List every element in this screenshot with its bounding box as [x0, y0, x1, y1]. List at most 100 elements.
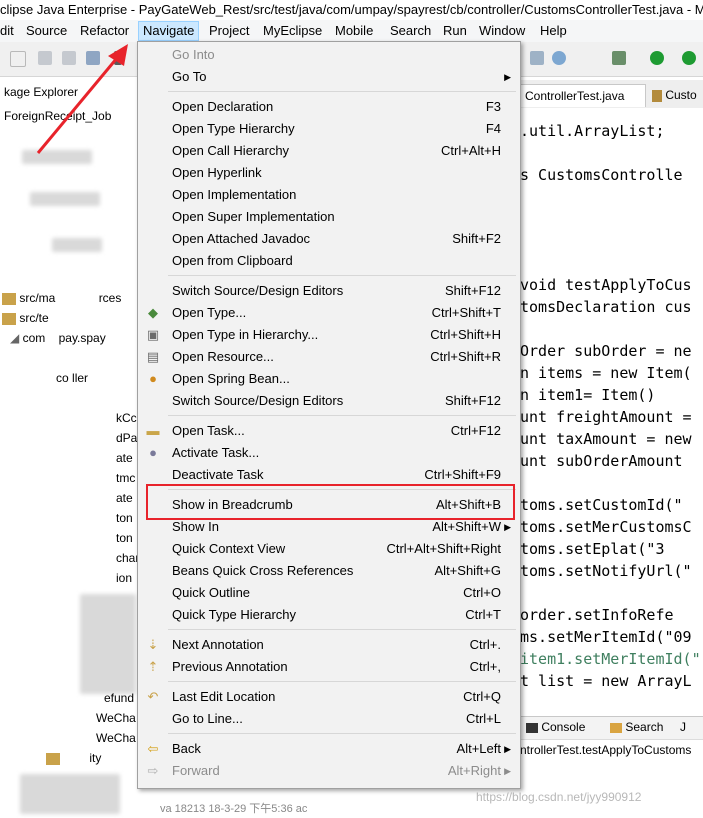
- menu-item-activate-task[interactable]: ● Activate Task...: [138, 442, 520, 464]
- tree-row[interactable]: kCc: [116, 408, 137, 428]
- print-icon[interactable]: [86, 51, 100, 65]
- status-line: va 18213 18-3-29 下午5:36 ac: [0, 800, 520, 818]
- editor-tab-active[interactable]: ControllerTest.java: [520, 84, 646, 107]
- tree-row[interactable]: efund: [104, 688, 134, 708]
- menu-refactor[interactable]: Refactor: [76, 22, 133, 40]
- activate-task-icon: ●: [149, 445, 157, 460]
- menu-item-quick-type-hierarchy[interactable]: Quick Type Hierarchy Ctrl+T: [138, 604, 520, 626]
- console-tab-bar: Console Search J: [520, 716, 703, 740]
- tree-row[interactable]: src/te: [2, 308, 49, 328]
- tree-row-label: WeCha: [96, 731, 136, 745]
- tree-row[interactable]: ate: [116, 488, 133, 508]
- menu-item-open-type[interactable]: ◆ Open Type... Ctrl+Shift+T: [138, 302, 520, 324]
- tree-row[interactable]: ◢ com pay.spay: [10, 328, 106, 348]
- menu-item-go-to-line[interactable]: Go to Line... Ctrl+L: [138, 708, 520, 730]
- tree-row[interactable]: ate: [116, 448, 133, 468]
- menu-item-quick-outline[interactable]: Quick Outline Ctrl+O: [138, 582, 520, 604]
- menu-edit[interactable]: dit: [0, 22, 18, 40]
- editor-tab[interactable]: Custo: [648, 84, 702, 106]
- menu-bar: dit Source Refactor Navigate Project MyE…: [0, 20, 703, 43]
- tree-row[interactable]: tmc: [116, 468, 135, 488]
- menu-item-open-attached-javadoc[interactable]: Open Attached Javadoc Shift+F2: [138, 228, 520, 250]
- menu-item-switch-source-design-editors[interactable]: Switch Source/Design Editors Shift+F12: [138, 280, 520, 302]
- package-explorer-title: kage Explorer: [4, 85, 79, 99]
- menu-item-label: Open Type in Hierarchy...: [172, 327, 319, 342]
- code-editor[interactable]: .util.ArrayList; s CustomsControlle void…: [520, 108, 703, 708]
- menu-item-open-super-implementation[interactable]: Open Super Implementation: [138, 206, 520, 228]
- menu-item-forward[interactable]: ⇨ Forward Alt+Right ▶: [138, 760, 520, 782]
- tree-row[interactable]: ton: [116, 508, 133, 528]
- window-title-bar: clipse Java Enterprise - PayGateWeb_Rest…: [0, 0, 703, 20]
- menu-search[interactable]: Search: [386, 22, 435, 40]
- menu-item-open-implementation[interactable]: Open Implementation: [138, 184, 520, 206]
- new-icon[interactable]: [10, 51, 26, 67]
- menu-item-go-to[interactable]: Go To ▶: [138, 66, 520, 88]
- menu-item-open-declaration[interactable]: Open Declaration F3: [138, 96, 520, 118]
- blurred-node: [80, 594, 136, 694]
- menu-item-shortcut: Ctrl+.: [469, 637, 501, 652]
- open-type-icon: ◆: [148, 305, 158, 320]
- submenu-arrow-icon: ▶: [504, 766, 511, 776]
- tree-row[interactable]: ton: [116, 528, 133, 548]
- search-tab[interactable]: Search: [610, 720, 663, 734]
- tree-row[interactable]: ion: [116, 568, 132, 588]
- tree-row[interactable]: WeCha: [96, 728, 136, 748]
- run-last-icon[interactable]: [682, 51, 696, 65]
- menu-item-shortcut: Ctrl+O: [463, 585, 501, 600]
- menu-mobile[interactable]: Mobile: [331, 22, 377, 40]
- tree-row[interactable]: dPa: [116, 428, 137, 448]
- menu-item-open-resource[interactable]: ▤ Open Resource... Ctrl+Shift+R: [138, 346, 520, 368]
- menu-item-shortcut: Shift+F12: [444, 283, 501, 298]
- save-icon[interactable]: [38, 51, 52, 65]
- tree-row[interactable]: WeCha: [96, 708, 136, 728]
- menu-window[interactable]: Window: [475, 22, 529, 40]
- tree-row[interactable]: src/ma rces: [2, 288, 121, 308]
- menu-item-label: Open Implementation: [172, 187, 297, 202]
- menu-item-shortcut: Ctrl+F12: [450, 423, 501, 438]
- tree-row[interactable]: ity: [46, 748, 101, 768]
- debug-icon[interactable]: [612, 51, 626, 65]
- menu-run[interactable]: Run: [439, 22, 471, 40]
- code-line: toms.setNotifyUrl(": [520, 562, 692, 580]
- menu-item-last-edit-location[interactable]: ↶ Last Edit Location Ctrl+Q: [138, 686, 520, 708]
- console-icon: [526, 722, 538, 733]
- menu-item-label: Open Resource...: [172, 349, 274, 364]
- menu-item-beans-quick-cross-references[interactable]: Beans Quick Cross References Alt+Shift+G: [138, 560, 520, 582]
- menu-item-shortcut: Shift+F12: [444, 393, 501, 408]
- package-explorer-tab[interactable]: kage Explorer: [0, 80, 140, 105]
- menu-item-label: Quick Context View: [172, 541, 286, 556]
- server-icon[interactable]: [530, 51, 544, 65]
- menu-item-open-task[interactable]: ▬ Open Task... Ctrl+F12: [138, 420, 520, 442]
- menu-item-quick-context-view[interactable]: Quick Context View Ctrl+Alt+Shift+Right: [138, 538, 520, 560]
- search-tab-label: Search: [625, 720, 664, 734]
- menu-item-previous-annotation[interactable]: ⇡ Previous Annotation Ctrl+,: [138, 656, 520, 678]
- tree-row-label: char: [116, 551, 140, 565]
- menu-item-next-annotation[interactable]: ⇣ Next Annotation Ctrl+.: [138, 634, 520, 656]
- menu-item-back[interactable]: ⇦ Back Alt+Left ▶: [138, 738, 520, 760]
- junit-tab[interactable]: J: [680, 720, 686, 734]
- menu-item-open-spring-bean[interactable]: ● Open Spring Bean...: [138, 368, 520, 390]
- menu-item-open-from-clipboard[interactable]: Open from Clipboard: [138, 250, 520, 272]
- menu-help[interactable]: Help: [536, 22, 571, 40]
- menu-item-open-type-hierarchy[interactable]: Open Type Hierarchy F4: [138, 118, 520, 140]
- menu-item-deactivate-task[interactable]: Deactivate Task Ctrl+Shift+F9: [138, 464, 520, 486]
- menu-item-open-call-hierarchy[interactable]: Open Call Hierarchy Ctrl+Alt+H: [138, 140, 520, 162]
- console-tab[interactable]: Console: [526, 720, 585, 734]
- project-node[interactable]: ForeignReceipt_Job: [4, 106, 111, 126]
- globe-icon[interactable]: [552, 51, 566, 65]
- menu-item-switch-source-design-editors[interactable]: Switch Source/Design Editors Shift+F12: [138, 390, 520, 412]
- menu-item-open-type-in-hierarchy[interactable]: ▣ Open Type in Hierarchy... Ctrl+Shift+H: [138, 324, 520, 346]
- menu-item-go-into[interactable]: Go Into: [138, 44, 520, 66]
- run-icon[interactable]: [650, 51, 664, 65]
- save-all-icon[interactable]: [62, 51, 76, 65]
- menu-project[interactable]: Project: [205, 22, 253, 40]
- menu-item-label: Previous Annotation: [172, 659, 288, 674]
- menu-navigate[interactable]: Navigate: [138, 21, 200, 41]
- breadcrumb-toggle-icon[interactable]: [114, 51, 122, 65]
- tree-row[interactable]: co ller: [56, 368, 88, 388]
- menu-item-open-hyperlink[interactable]: Open Hyperlink: [138, 162, 520, 184]
- menu-source[interactable]: Source: [22, 22, 71, 40]
- tree-row[interactable]: char: [116, 548, 139, 568]
- menu-item-label: Switch Source/Design Editors: [172, 283, 344, 298]
- menu-myeclipse[interactable]: MyEclipse: [259, 22, 326, 40]
